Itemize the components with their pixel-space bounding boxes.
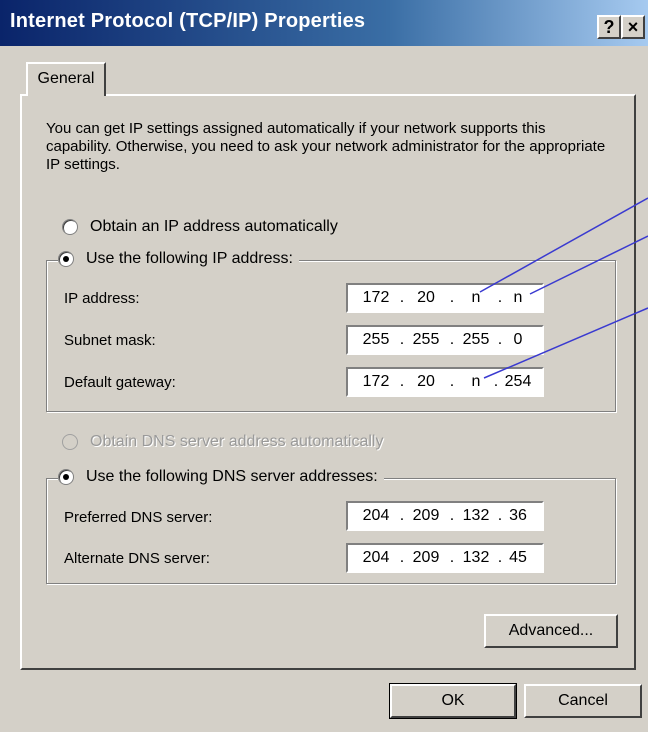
alternate-dns-octet-1: 204 bbox=[362, 549, 390, 566]
radio-use-following-dns[interactable]: Use the following DNS server addresses: bbox=[58, 468, 384, 486]
close-icon: × bbox=[627, 17, 639, 37]
subnet-mask-label: Subnet mask: bbox=[64, 332, 156, 349]
ip-address-octet-2: 20 bbox=[417, 289, 435, 306]
tab-general-label: General bbox=[37, 70, 95, 87]
default-gateway-octet-3: n bbox=[471, 373, 481, 390]
octet-separator: . bbox=[449, 549, 455, 566]
octet-separator: . bbox=[449, 373, 455, 390]
tab-general[interactable]: General bbox=[26, 62, 106, 96]
alternate-dns-octet-2: 209 bbox=[412, 549, 440, 566]
preferred-dns-label: Preferred DNS server: bbox=[64, 509, 213, 526]
default-gateway-label: Default gateway: bbox=[64, 374, 176, 391]
subnet-mask-octet-4: 0 bbox=[513, 331, 523, 348]
octet-separator: . bbox=[399, 373, 405, 390]
radio-disabled-icon bbox=[62, 434, 78, 450]
alternate-dns-octet-3: 132 bbox=[462, 549, 490, 566]
radio-use-following-ip[interactable]: Use the following IP address: bbox=[58, 250, 299, 268]
octet-separator: . bbox=[399, 549, 405, 566]
radio-obtain-ip-auto-label: Obtain an IP address automatically bbox=[90, 218, 338, 235]
cancel-button[interactable]: Cancel bbox=[524, 684, 642, 718]
radio-icon bbox=[62, 219, 78, 235]
default-gateway-input[interactable]: 172 . 20 . n . 254 bbox=[346, 367, 544, 397]
preferred-dns-octet-1: 204 bbox=[362, 507, 390, 524]
ip-address-octet-4: n bbox=[513, 289, 523, 306]
help-button[interactable]: ? bbox=[597, 15, 621, 39]
octet-separator: . bbox=[399, 507, 405, 524]
octet-separator: . bbox=[449, 331, 455, 348]
octet-separator: . bbox=[449, 507, 455, 524]
subnet-mask-octet-3: 255 bbox=[462, 331, 490, 348]
ip-address-octet-1: 172 bbox=[362, 289, 390, 306]
alternate-dns-label: Alternate DNS server: bbox=[64, 550, 210, 567]
subnet-mask-octet-1: 255 bbox=[362, 331, 390, 348]
advanced-button[interactable]: Advanced... bbox=[484, 614, 618, 648]
octet-separator: . bbox=[449, 289, 455, 306]
default-gateway-octet-1: 172 bbox=[362, 373, 390, 390]
radio-obtain-dns-auto[interactable]: Obtain DNS server address automatically bbox=[62, 433, 390, 451]
default-gateway-octet-4: 254 bbox=[504, 373, 532, 390]
ip-address-input[interactable]: 172 . 20 . n . n bbox=[346, 283, 544, 313]
radio-checked-icon bbox=[58, 469, 74, 485]
help-icon: ? bbox=[603, 17, 615, 37]
alternate-dns-input[interactable]: 204 . 209 . 132 . 45 bbox=[346, 543, 544, 573]
alternate-dns-octet-4: 45 bbox=[509, 549, 527, 566]
radio-checked-icon bbox=[58, 251, 74, 267]
subnet-mask-input[interactable]: 255 . 255 . 255 . 0 bbox=[346, 325, 544, 355]
preferred-dns-octet-4: 36 bbox=[509, 507, 527, 524]
radio-use-following-ip-label: Use the following IP address: bbox=[86, 250, 293, 267]
subnet-mask-octet-2: 255 bbox=[412, 331, 440, 348]
ok-button[interactable]: OK bbox=[389, 683, 517, 719]
ip-address-label: IP address: bbox=[64, 290, 140, 307]
radio-obtain-ip-auto[interactable]: Obtain an IP address automatically bbox=[62, 218, 344, 236]
preferred-dns-input[interactable]: 204 . 209 . 132 . 36 bbox=[346, 501, 544, 531]
preferred-dns-octet-2: 209 bbox=[412, 507, 440, 524]
octet-separator: . bbox=[399, 331, 405, 348]
radio-obtain-dns-auto-label: Obtain DNS server address automatically bbox=[90, 433, 384, 450]
close-button[interactable]: × bbox=[621, 15, 645, 39]
title-bar: Internet Protocol (TCP/IP) Properties bbox=[0, 0, 648, 46]
window-title: Internet Protocol (TCP/IP) Properties bbox=[10, 10, 366, 32]
octet-separator: . bbox=[399, 289, 405, 306]
default-gateway-octet-2: 20 bbox=[417, 373, 435, 390]
intro-text: You can get IP settings assigned automat… bbox=[46, 120, 606, 173]
radio-use-following-dns-label: Use the following DNS server addresses: bbox=[86, 468, 378, 485]
ip-address-octet-3: n bbox=[471, 289, 481, 306]
preferred-dns-octet-3: 132 bbox=[462, 507, 490, 524]
